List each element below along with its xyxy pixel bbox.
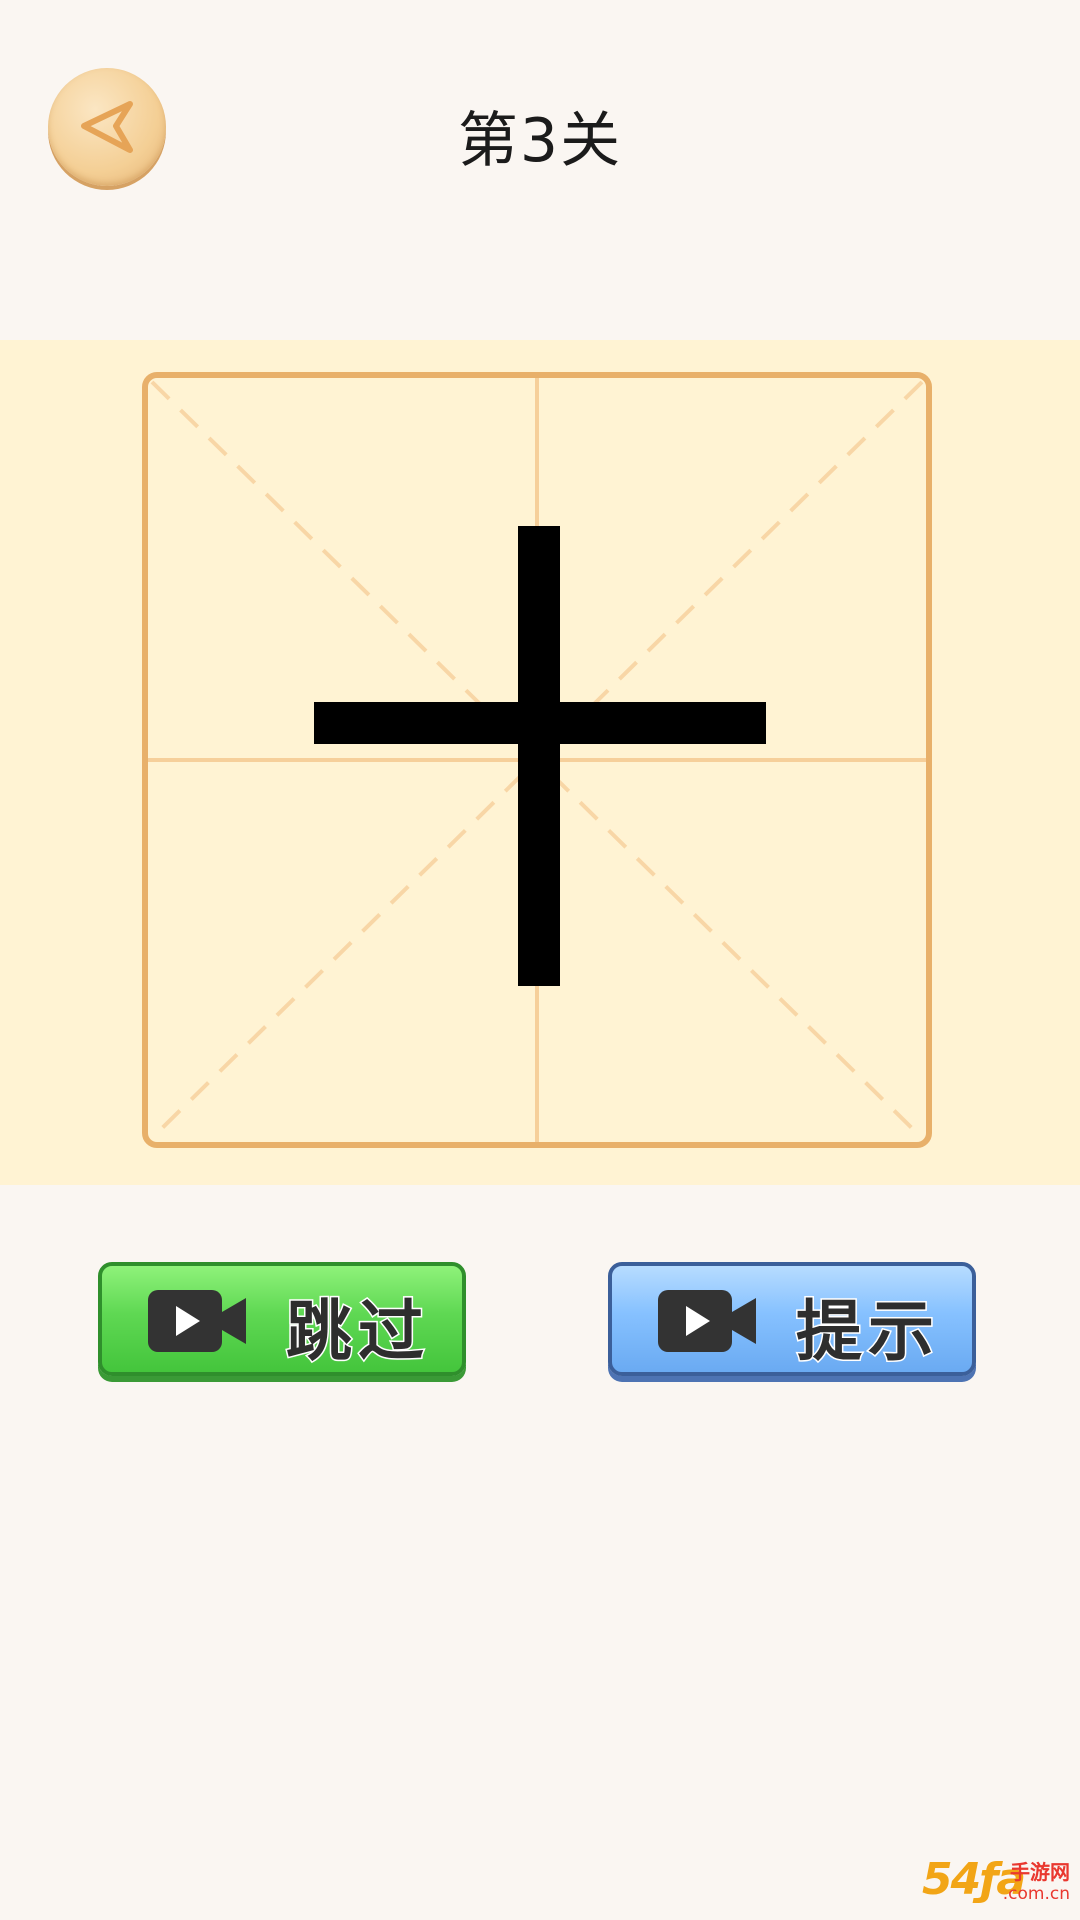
game-screen: 第3关 跳过 提示 54ƒa 手游网 .com.cn: [0, 0, 1080, 1920]
hint-button-label: 提示: [795, 1292, 940, 1372]
skip-button-label: 跳过: [285, 1292, 430, 1372]
hint-button[interactable]: 提示: [608, 1262, 976, 1376]
watermark-logo: 54ƒa 手游网 .com.cn: [922, 1852, 1072, 1914]
watermark-top-text: 手游网: [1010, 1860, 1070, 1884]
skip-button[interactable]: 跳过: [98, 1262, 466, 1376]
video-camera-icon: [658, 1290, 756, 1352]
video-camera-icon: [148, 1290, 246, 1352]
level-title: 第3关: [457, 106, 623, 176]
watermark-bottom-text: .com.cn: [1002, 1884, 1070, 1904]
vertical-stroke[interactable]: [518, 526, 560, 986]
character-grid[interactable]: [142, 372, 932, 1148]
